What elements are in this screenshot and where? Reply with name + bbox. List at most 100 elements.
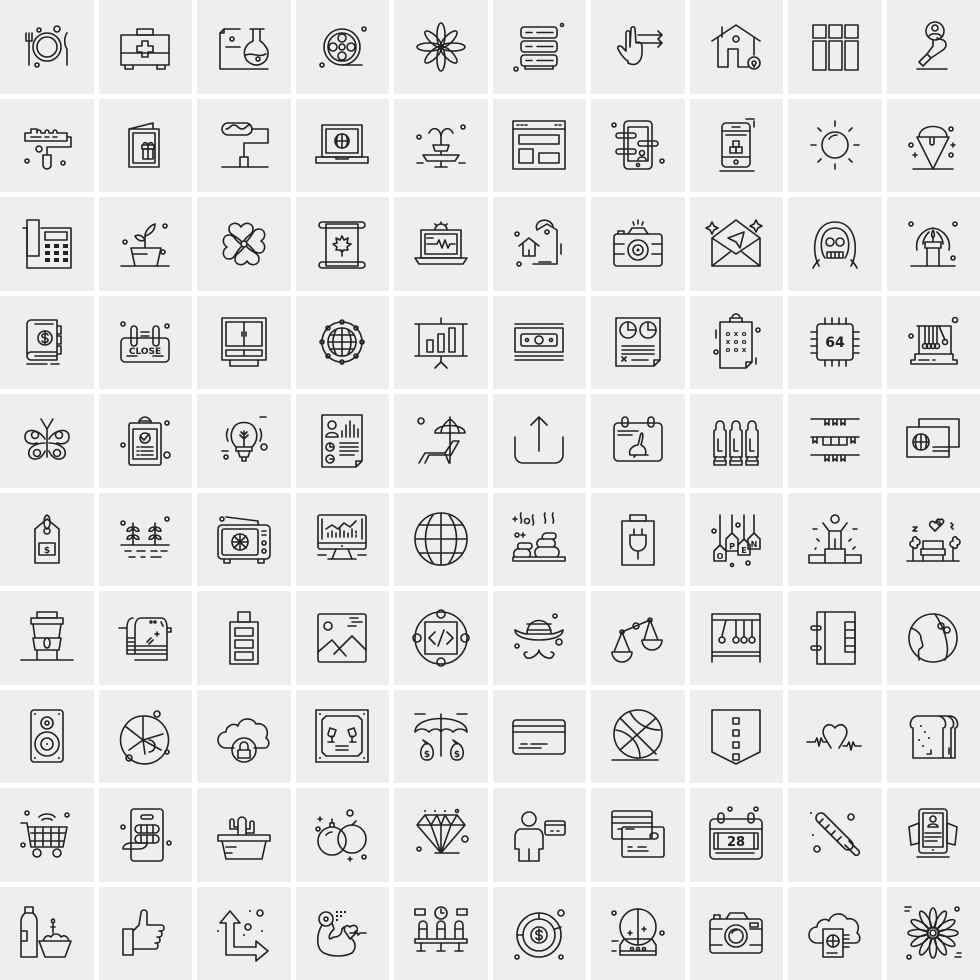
tile-potted-plant[interactable] xyxy=(98,197,192,291)
tile-credit-cards[interactable] xyxy=(591,788,685,882)
tile-butterfly[interactable] xyxy=(0,394,94,488)
tile-newtons-cradle[interactable] xyxy=(886,295,980,389)
tile-monitor-analytics[interactable] xyxy=(295,492,389,586)
tile-fitness-heart[interactable] xyxy=(295,886,389,980)
tile-pocket-shield[interactable] xyxy=(689,689,783,783)
tile-ice-cream-cone[interactable] xyxy=(886,98,980,192)
tile-clipboard-check[interactable] xyxy=(98,394,192,488)
tile-tic-tac-toe-clipboard[interactable]: oxoxoooox xyxy=(689,295,783,389)
tile-basketball[interactable] xyxy=(591,689,685,783)
tile-two-finger-swipe[interactable] xyxy=(591,0,685,94)
tile-spa-stones[interactable] xyxy=(492,492,586,586)
tile-battery-full[interactable] xyxy=(197,591,291,685)
tile-cloud-passport[interactable] xyxy=(788,886,882,980)
tile-direction-arrows[interactable] xyxy=(197,886,291,980)
tile-fountain[interactable] xyxy=(394,98,488,192)
tile-sun[interactable] xyxy=(788,98,882,192)
tile-presentation-chart[interactable] xyxy=(394,295,488,389)
tile-party-bunting[interactable] xyxy=(788,394,882,488)
tile-dinner-plate[interactable] xyxy=(0,0,94,94)
tile-waiting-room[interactable] xyxy=(394,886,488,980)
tile-cupboard[interactable] xyxy=(197,295,291,389)
tile-snow-globe[interactable] xyxy=(591,886,685,980)
tile-candle-glow[interactable] xyxy=(886,197,980,291)
tile-umbrella-money[interactable]: $ $ xyxy=(394,689,488,783)
tile-easter-calendar[interactable] xyxy=(591,394,685,488)
tile-slot-machine[interactable] xyxy=(98,788,192,882)
tile-film-reel[interactable] xyxy=(295,0,389,94)
tile-cleaning-supplies[interactable] xyxy=(0,886,94,980)
tile-column-layout[interactable] xyxy=(788,0,882,94)
tile-beach-chair-umbrella[interactable] xyxy=(394,394,488,488)
tile-close-sign[interactable]: CLOSE xyxy=(98,295,192,389)
tile-money-bills[interactable] xyxy=(492,295,586,389)
tile-image-landscape[interactable] xyxy=(295,591,389,685)
tile-open-envelope-send[interactable] xyxy=(689,197,783,291)
tile-pie-report[interactable] xyxy=(591,295,685,389)
tile-framed-toast[interactable] xyxy=(295,689,389,783)
tile-clover-flower[interactable] xyxy=(197,197,291,291)
tile-passport-globe[interactable] xyxy=(886,394,980,488)
tile-coffee-cup[interactable] xyxy=(0,591,94,685)
tile-camera[interactable] xyxy=(591,197,685,291)
tile-paint-roller[interactable] xyxy=(0,98,94,192)
tile-retro-tv[interactable] xyxy=(197,492,291,586)
tile-pendulum-frame[interactable] xyxy=(689,591,783,685)
tile-heartbeat[interactable] xyxy=(788,689,882,783)
tile-winner-podium[interactable] xyxy=(788,492,882,586)
tile-globe[interactable] xyxy=(394,492,488,586)
tile-cactus-pot[interactable] xyxy=(197,788,291,882)
tile-server-rack[interactable] xyxy=(492,0,586,94)
tile-price-tag-dollar[interactable]: $ xyxy=(0,492,94,586)
tile-notebook-binder[interactable] xyxy=(788,591,882,685)
tile-gift-card[interactable] xyxy=(98,98,192,192)
tile-browser-layout[interactable] xyxy=(492,98,586,192)
tile-eco-bulb[interactable] xyxy=(197,394,291,488)
tile-popsicle[interactable] xyxy=(788,788,882,882)
tile-maple-leaf-scroll[interactable] xyxy=(295,197,389,291)
tile-bread[interactable] xyxy=(886,689,980,783)
tile-paint-roller-stand[interactable] xyxy=(197,98,291,192)
tile-thumbs-up[interactable] xyxy=(98,886,192,980)
tile-office-phone[interactable] xyxy=(0,197,94,291)
tile-code-circle[interactable] xyxy=(394,591,488,685)
tile-home-location[interactable] xyxy=(689,0,783,94)
tile-hooded-skull[interactable] xyxy=(788,197,882,291)
tile-smart-cart[interactable] xyxy=(0,788,94,882)
tile-pie-chart-dots[interactable] xyxy=(98,689,192,783)
tile-cartridges[interactable] xyxy=(689,394,783,488)
tile-first-aid-kit[interactable] xyxy=(98,0,192,94)
tile-hand-search-user[interactable] xyxy=(886,0,980,94)
tile-laptop-globe[interactable] xyxy=(295,98,389,192)
tile-credit-card[interactable] xyxy=(492,689,586,783)
tile-cloud-lock[interactable] xyxy=(197,689,291,783)
tile-user-card[interactable] xyxy=(492,788,586,882)
tile-battery-plug[interactable] xyxy=(591,492,685,586)
tile-tablet-profile[interactable] xyxy=(886,788,980,882)
tile-towel[interactable] xyxy=(98,591,192,685)
tile-sprouts[interactable] xyxy=(98,492,192,586)
tile-house-price-tag[interactable] xyxy=(492,197,586,291)
tile-dollar-book[interactable] xyxy=(0,295,94,389)
tile-calendar-28[interactable]: 28 xyxy=(689,788,783,882)
tile-bombs[interactable] xyxy=(295,788,389,882)
tile-globe-network[interactable] xyxy=(295,295,389,389)
tile-mobile-app-sliders[interactable] xyxy=(591,98,685,192)
tile-dollar-target[interactable] xyxy=(492,886,586,980)
tile-mobile-boxes[interactable] xyxy=(689,98,783,192)
tile-planet[interactable] xyxy=(886,591,980,685)
tile-profile-report[interactable] xyxy=(295,394,389,488)
tile-speaker[interactable] xyxy=(0,689,94,783)
tile-cpu-64[interactable]: 64 xyxy=(788,295,882,389)
tile-open-tags[interactable]: OPEN xyxy=(689,492,783,586)
tile-balance-scale[interactable] xyxy=(591,591,685,685)
tile-laptop-pulse-settings[interactable] xyxy=(394,197,488,291)
tile-flower[interactable] xyxy=(394,0,488,94)
tile-camera-alt[interactable] xyxy=(689,886,783,980)
tile-lab-flask-document[interactable] xyxy=(197,0,291,94)
tile-park-bench[interactable] xyxy=(886,492,980,586)
tile-hat-mustache[interactable] xyxy=(492,591,586,685)
tile-sunflower[interactable] xyxy=(886,886,980,980)
tile-diamond[interactable] xyxy=(394,788,488,882)
tile-upload[interactable] xyxy=(492,394,586,488)
